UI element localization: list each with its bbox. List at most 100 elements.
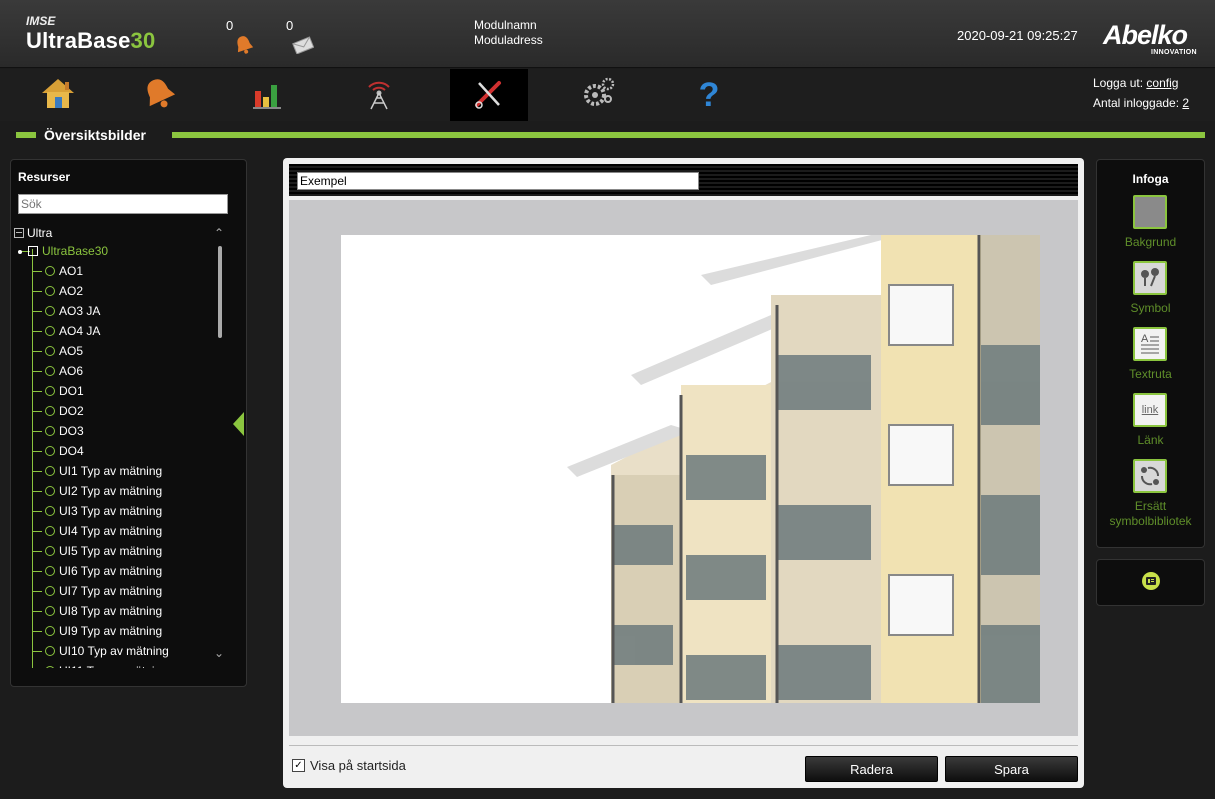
- tab-trends[interactable]: [228, 69, 306, 121]
- tree-item[interactable]: UI9 Typ av mätning: [45, 622, 162, 640]
- insert-link-label[interactable]: Länk: [1096, 433, 1205, 447]
- show-on-start-checkbox[interactable]: ✓: [292, 759, 305, 772]
- tab-system[interactable]: [560, 69, 638, 121]
- tree-item[interactable]: UI6 Typ av mätning: [45, 562, 162, 580]
- insert-title: Infoga: [1132, 172, 1169, 186]
- textbox-icon-letter: A: [1141, 333, 1149, 345]
- replace-symbol-library-icon[interactable]: [1133, 459, 1167, 493]
- insert-textbox-icon[interactable]: A: [1133, 327, 1167, 361]
- delete-button[interactable]: Radera: [805, 756, 938, 782]
- replace-symbol-library-label-1[interactable]: Ersätt: [1096, 499, 1205, 513]
- tree-item[interactable]: UI4 Typ av mätning: [45, 522, 162, 540]
- scroll-up-icon[interactable]: ⌃: [214, 226, 224, 240]
- tree-item-label: DO1: [59, 384, 84, 398]
- status-circle-icon: [45, 626, 55, 636]
- tree-item[interactable]: AO3 JA: [45, 302, 100, 320]
- tree-item[interactable]: UI1 Typ av mätning: [45, 462, 162, 480]
- module-checkbox[interactable]: [28, 246, 38, 256]
- status-circle-icon: [45, 346, 55, 356]
- tree-item[interactable]: UI3 Typ av mätning: [45, 502, 162, 520]
- tab-settings-tools[interactable]: [450, 69, 528, 121]
- status-circle-icon: [45, 426, 55, 436]
- insert-link-icon[interactable]: link: [1133, 393, 1167, 427]
- envelope-small-icon[interactable]: [292, 36, 315, 59]
- home-icon: [38, 75, 78, 116]
- background-picture[interactable]: [341, 235, 1040, 703]
- logout-user-link[interactable]: config: [1146, 76, 1178, 90]
- save-button[interactable]: Spara: [945, 756, 1078, 782]
- tree-item-label: UI4 Typ av mätning: [59, 524, 163, 538]
- alarm-bell-small-icon[interactable]: [234, 34, 254, 61]
- tree-item-label: AO1: [59, 264, 84, 278]
- tree-item[interactable]: UI8 Typ av mätning: [45, 602, 162, 620]
- status-circle-icon: [45, 486, 55, 496]
- insert-symbol-icon[interactable]: [1133, 261, 1167, 295]
- tree-module[interactable]: UltraBase30: [18, 242, 108, 260]
- tree-item[interactable]: UI10 Typ av mätning: [45, 642, 169, 660]
- tree-root-label: Ultra: [27, 226, 53, 240]
- tree-item[interactable]: UI7 Typ av mätning: [45, 582, 162, 600]
- collapse-icon[interactable]: [14, 228, 24, 238]
- link-icon-text: link: [1141, 404, 1159, 416]
- brand-small-text: IMSE: [26, 14, 56, 28]
- tab-home[interactable]: [19, 69, 97, 121]
- tree-item-label: UI8 Typ av mätning: [59, 604, 163, 618]
- brand-number-text: 30: [130, 28, 156, 53]
- tree-item[interactable]: DO1: [45, 382, 84, 400]
- show-on-start-label: Visa på startsida: [310, 758, 406, 773]
- replace-symbol-library-label-2[interactable]: symbolbibliotek: [1096, 514, 1205, 528]
- date-time: 2020-09-21 09:25:27: [957, 28, 1078, 43]
- tree-item[interactable]: AO2: [45, 282, 83, 300]
- tree-item[interactable]: UI2 Typ av mätning: [45, 482, 162, 500]
- tree-item[interactable]: DO4: [45, 442, 84, 460]
- bar-chart-icon: [247, 75, 287, 116]
- section-bar-right: [172, 132, 1205, 138]
- tree-root[interactable]: Ultra: [14, 224, 52, 242]
- insert-symbol-label[interactable]: Symbol: [1096, 301, 1205, 315]
- tree-item[interactable]: UI5 Typ av mätning: [45, 542, 162, 560]
- tree-item[interactable]: AO6: [45, 362, 83, 380]
- tree-item[interactable]: DO2: [45, 402, 84, 420]
- logged-in-count-link[interactable]: 2: [1182, 96, 1189, 110]
- tree-item-label: UI3 Typ av mätning: [59, 504, 163, 518]
- status-circle-icon: [45, 406, 55, 416]
- tree-item-label: UI1 Typ av mätning: [59, 464, 163, 478]
- status-circle-icon: [45, 386, 55, 396]
- insert-background-label[interactable]: Bakgrund: [1096, 235, 1205, 249]
- module-address: Moduladress: [474, 33, 543, 47]
- insert-textbox-label[interactable]: Textruta: [1096, 367, 1205, 381]
- status-circle-icon: [45, 266, 55, 276]
- insert-background-icon[interactable]: [1133, 195, 1167, 229]
- image-name-input[interactable]: [297, 172, 699, 190]
- editor-separator: [289, 745, 1078, 746]
- tree-item[interactable]: DO3: [45, 422, 84, 440]
- tree-item[interactable]: AO1: [45, 262, 83, 280]
- brand-main-text: UltraBase: [26, 28, 131, 53]
- abelko-logo-subtitle: INNOVATION: [1151, 49, 1197, 56]
- scrollbar-thumb[interactable]: [218, 246, 222, 338]
- scroll-down-icon[interactable]: ⌄: [214, 646, 224, 660]
- tree-item[interactable]: AO5: [45, 342, 83, 360]
- logout-label: Logga ut:: [1093, 76, 1147, 90]
- status-circle-icon: [45, 366, 55, 376]
- svg-text:?: ?: [699, 76, 720, 111]
- collapse-panel-arrow-icon[interactable]: [233, 412, 244, 436]
- tree-node-dot-icon: [18, 250, 22, 254]
- alarm-count: 0: [226, 18, 234, 33]
- tree-item-label: UI2 Typ av mätning: [59, 484, 163, 498]
- tree-item[interactable]: AO4 JA: [45, 322, 100, 340]
- show-on-start-option[interactable]: ✓ Visa på startsida: [292, 758, 406, 773]
- tree-item-label: AO2: [59, 284, 84, 298]
- status-circle-icon: [45, 586, 55, 596]
- gears-icon: [579, 75, 619, 116]
- tools-icon: [469, 75, 509, 116]
- tab-alarms[interactable]: [120, 69, 198, 121]
- resources-search-input[interactable]: [18, 194, 228, 214]
- tab-communication[interactable]: [340, 69, 418, 121]
- info-help-icon[interactable]: [1142, 572, 1160, 590]
- tab-help[interactable]: ?: [670, 69, 748, 121]
- brand-logo: UltraBase30: [26, 28, 155, 54]
- logged-in-label: Antal inloggade:: [1093, 96, 1183, 110]
- tree-item[interactable]: UI11 Typ av mätning: [45, 662, 168, 668]
- message-count: 0: [286, 18, 294, 33]
